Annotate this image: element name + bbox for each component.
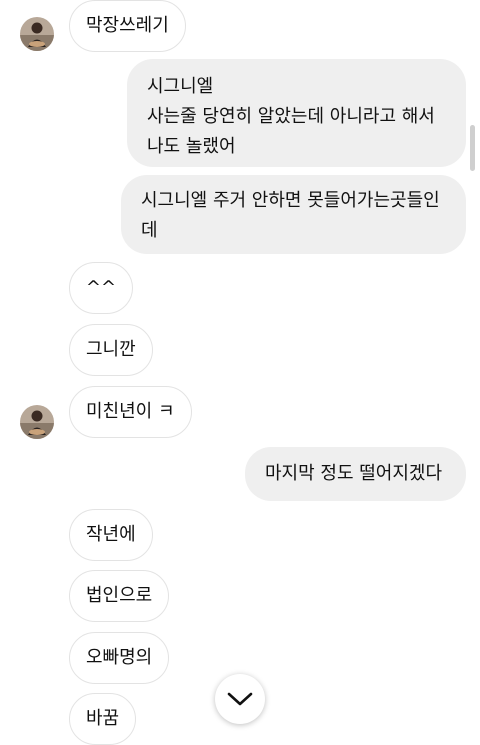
message-bubble-incoming[interactable]: ^^ <box>69 262 133 314</box>
message-bubble-incoming[interactable]: 그니깐 <box>69 324 153 376</box>
message-text-line: 나도 놀랬어 <box>147 136 236 157</box>
message-bubble-incoming[interactable]: 오빠명의 <box>69 632 170 684</box>
message-text-line: 시그니엘 주거 안하면 못들어가는곳들인 <box>141 190 440 211</box>
message-text: 법인으로 <box>86 585 153 606</box>
message-bubble-incoming[interactable]: 작년에 <box>69 509 153 561</box>
message-text: 바꿈 <box>86 708 120 729</box>
message-bubble-incoming[interactable]: 법인으로 <box>69 570 170 622</box>
message-bubble-incoming[interactable]: 막장쓰레기 <box>69 0 186 52</box>
message-text: 오빠명의 <box>86 647 153 668</box>
sender-avatar[interactable] <box>20 405 54 439</box>
message-text: 작년에 <box>86 524 136 545</box>
message-bubble-incoming[interactable]: 바꿈 <box>69 693 137 745</box>
avatar-photo <box>20 405 54 439</box>
scroll-to-bottom-button[interactable] <box>215 674 265 724</box>
chevron-down-icon <box>227 692 253 706</box>
message-text-line: 시그니엘 <box>147 76 214 97</box>
message-text: ^^ <box>85 277 117 298</box>
message-text-line: 데 <box>141 220 158 241</box>
message-text: 막장쓰레기 <box>86 15 169 36</box>
scrollbar-thumb[interactable] <box>470 125 475 171</box>
message-bubble-outgoing[interactable]: 시그니엘 주거 안하면 못들어가는곳들인 데 <box>121 175 466 254</box>
sender-avatar[interactable] <box>20 17 54 51</box>
avatar-photo <box>20 17 54 51</box>
message-text-line: 사는줄 당연히 알았는데 아니라고 해서 <box>147 106 435 127</box>
message-text: 그니깐 <box>86 339 136 360</box>
message-bubble-outgoing[interactable]: 시그니엘 사는줄 당연히 알았는데 아니라고 해서 나도 놀랬어 <box>127 59 466 167</box>
message-text: 마지막 정도 떨어지겠다 <box>265 463 443 484</box>
message-bubble-outgoing[interactable]: 마지막 정도 떨어지겠다 <box>245 447 466 501</box>
message-bubble-incoming[interactable]: 미친년이 ㅋ <box>69 386 192 438</box>
message-text: 미친년이 ㅋ <box>86 401 175 422</box>
